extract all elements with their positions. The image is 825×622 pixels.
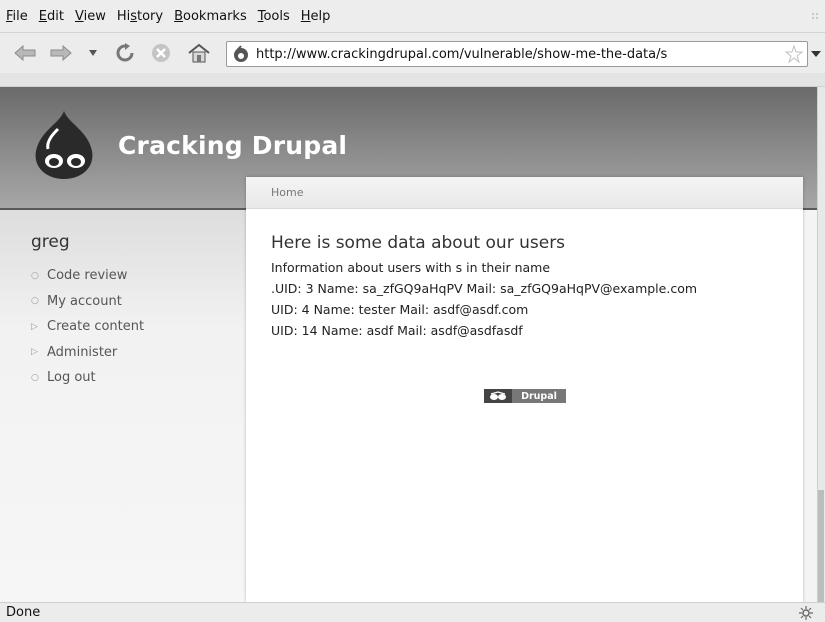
user-navigation: ○ Code review ○ My account ▷ Create content… — [31, 263, 144, 391]
menu-tools[interactable]: Tools — [258, 9, 290, 24]
forward-arrow-icon[interactable] — [48, 41, 74, 65]
sidebar-item-create-content[interactable]: ▷ Create content — [31, 314, 144, 340]
home-icon[interactable] — [186, 41, 212, 65]
sidebar-item-administer[interactable]: ▷ Administer — [31, 340, 144, 366]
sidebar-item-log-out[interactable]: ○ Log out — [31, 365, 144, 391]
breadcrumb-home[interactable]: Home — [271, 186, 303, 199]
sidebar-item-label[interactable]: Code review — [47, 268, 127, 283]
site-name[interactable]: Cracking Drupal — [118, 131, 347, 160]
reload-icon[interactable] — [112, 41, 138, 65]
star-icon[interactable] — [785, 45, 803, 63]
sidebar-item-label[interactable]: Administer — [47, 345, 117, 360]
sidebar-item-label[interactable]: My account — [47, 294, 122, 309]
menu-file[interactable]: File — [6, 9, 28, 24]
status-text: Done — [6, 605, 41, 620]
sidebar-item-label[interactable]: Create content — [47, 319, 144, 334]
user-data-list: .UID: 3 Name: sa_zfGQ9aHqPV Mail: sa_zfG… — [271, 281, 697, 344]
page-title: Here is some data about our users — [271, 233, 566, 253]
menu-view[interactable]: View — [75, 9, 106, 24]
back-arrow-icon[interactable] — [12, 41, 38, 65]
list-item: UID: 14 Name: asdf Mail: asdf@asdfasdf — [271, 323, 523, 338]
sidebar-item-code-review[interactable]: ○ Code review — [31, 263, 144, 289]
scrollbar-thumb[interactable] — [818, 490, 824, 602]
sidebar-item-my-account[interactable]: ○ My account — [31, 289, 144, 315]
navigation-toolbar: http://www.crackingdrupal.com/vulnerable… — [0, 33, 825, 73]
status-bar: Done — [0, 602, 825, 622]
drupal-drop-logo[interactable] — [30, 109, 98, 181]
user-block-title: greg — [31, 232, 70, 252]
bookmarks-strip — [0, 73, 825, 87]
main-content: Home Here is some data about our users I… — [246, 177, 803, 602]
menu-edit[interactable]: Edit — [39, 9, 64, 24]
toolbar-grip-icon — [812, 13, 818, 19]
powered-by-drupal-badge[interactable]: Drupal — [484, 389, 566, 403]
list-item: UID: 4 Name: tester Mail: asdf@asdf.com — [271, 302, 529, 317]
drupal-badge-label: Drupal — [512, 389, 566, 403]
menu-history[interactable]: History — [117, 9, 163, 24]
collapsed-arrow-icon: ▷ — [31, 347, 38, 358]
bullet-icon: ○ — [31, 372, 39, 383]
sidebar-item-label[interactable]: Log out — [47, 370, 96, 385]
bullet-icon: ○ — [31, 296, 39, 307]
url-text[interactable]: http://www.crackingdrupal.com/vulnerable… — [256, 47, 785, 62]
bullet-icon: ○ — [31, 270, 39, 281]
menu-bar: File Edit View History Bookmarks Tools H… — [0, 0, 825, 33]
address-bar[interactable]: http://www.crackingdrupal.com/vulnerable… — [226, 41, 808, 67]
page-subtitle: Information about users with s in their … — [271, 260, 551, 275]
url-dropdown-icon[interactable] — [810, 49, 822, 59]
breadcrumb-bar: Home — [246, 177, 803, 209]
drupal-badge-icon — [484, 389, 512, 403]
menu-bookmarks[interactable]: Bookmarks — [174, 9, 247, 24]
gear-icon[interactable] — [799, 606, 813, 620]
collapsed-arrow-icon: ▷ — [31, 321, 38, 332]
page-viewport: Cracking Drupal greg ○ Code review ○ My ac… — [0, 87, 817, 602]
list-item: .UID: 3 Name: sa_zfGQ9aHqPV Mail: sa_zfG… — [271, 281, 698, 296]
drupal-favicon — [234, 45, 248, 62]
stop-icon[interactable] — [148, 41, 174, 65]
menu-help[interactable]: Help — [301, 9, 331, 24]
chevron-down-icon[interactable] — [86, 41, 100, 65]
